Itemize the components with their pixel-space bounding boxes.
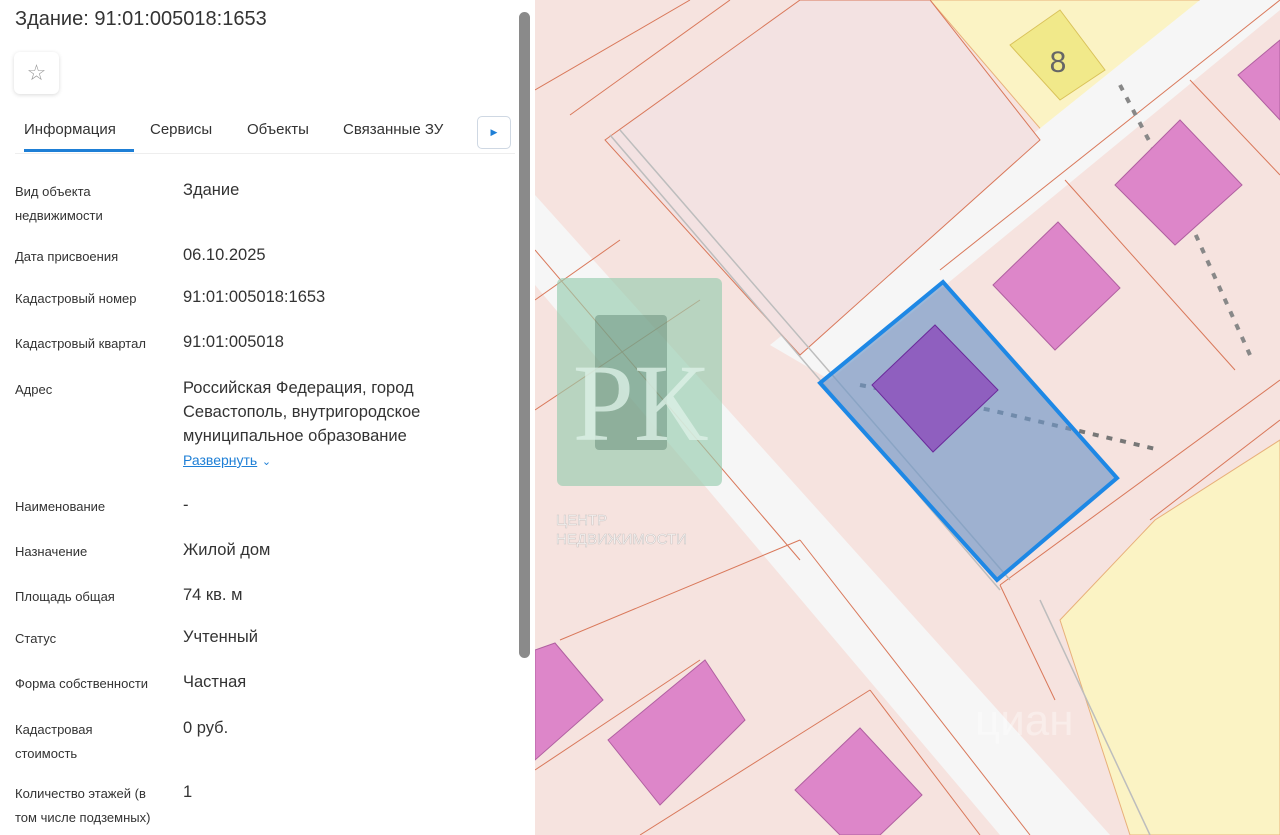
cadastral-map[interactable]: 8 РК ЦЕНТР НЕДВИЖИМОСТИ циан bbox=[535, 0, 1280, 835]
tab-services[interactable]: Сервисы bbox=[150, 121, 212, 138]
field-value: - bbox=[183, 496, 189, 514]
field-value: 74 кв. м bbox=[183, 586, 243, 604]
star-icon: ☆ bbox=[26, 60, 47, 85]
field-label: Форма собственности bbox=[15, 676, 149, 691]
tabs-next-button[interactable]: ▶ bbox=[477, 116, 511, 149]
field-value: 06.10.2025 bbox=[183, 246, 266, 264]
page-title: Здание: 91:01:005018:1653 bbox=[15, 8, 267, 30]
field-label: Кадастровый квартал bbox=[15, 336, 146, 351]
chevron-right-icon: ▶ bbox=[490, 127, 498, 137]
favorite-button[interactable]: ☆ bbox=[14, 52, 59, 94]
field-value: 91:01:005018 bbox=[183, 333, 284, 351]
cian-watermark: циан bbox=[975, 696, 1074, 745]
field-value: Учтенный bbox=[183, 628, 258, 646]
building bbox=[1237, 39, 1280, 121]
info-panel: Здание: 91:01:005018:1653 ☆ Информация С… bbox=[0, 0, 535, 835]
field-label: Кадастровая стоимость bbox=[15, 722, 93, 761]
map-canvas: 8 РК ЦЕНТР НЕДВИЖИМОСТИ циан bbox=[535, 0, 1280, 835]
parcel-number: 8 bbox=[1050, 46, 1067, 79]
field-value: 1 bbox=[183, 783, 193, 801]
watermark-text: ЦЕНТР bbox=[556, 512, 607, 529]
field-value: Частная bbox=[183, 673, 247, 691]
field-label: Статус bbox=[15, 631, 57, 646]
building bbox=[794, 727, 923, 835]
field-value: 91:01:005018:1653 bbox=[183, 288, 326, 306]
address-text: Российская Федерация, город Севастополь,… bbox=[183, 379, 421, 445]
field-value: 0 руб. bbox=[183, 719, 229, 737]
building bbox=[1114, 119, 1243, 246]
field-label: Адрес bbox=[15, 382, 53, 397]
field-value: Жилой дом bbox=[183, 541, 271, 559]
tab-related-land[interactable]: Связанные ЗУ bbox=[343, 121, 443, 138]
chevron-down-icon: ⌄ bbox=[261, 456, 272, 468]
field-label: Наименование bbox=[15, 499, 106, 514]
building bbox=[535, 642, 604, 761]
field-label: Вид объекта недвижимости bbox=[15, 184, 103, 223]
field-label: Количество этажей (в том числе подземных… bbox=[15, 786, 151, 825]
field-value: Российская Федерация, город Севастополь,… bbox=[183, 376, 483, 474]
field-label: Дата присвоения bbox=[15, 249, 119, 264]
watermark-text: НЕДВИЖИМОСТИ bbox=[556, 531, 687, 548]
field-label: Площадь общая bbox=[15, 589, 115, 604]
field-label: Кадастровый номер bbox=[15, 291, 137, 306]
field-label: Назначение bbox=[15, 544, 88, 559]
building bbox=[607, 659, 746, 806]
watermark-logo-text: РК bbox=[573, 342, 708, 464]
tab-objects[interactable]: Объекты bbox=[247, 121, 309, 138]
building bbox=[992, 221, 1121, 351]
field-value: Здание bbox=[183, 181, 240, 199]
expand-link[interactable]: Развернуть bbox=[183, 452, 257, 468]
scrollbar[interactable] bbox=[519, 12, 530, 658]
tab-information[interactable]: Информация bbox=[24, 121, 134, 152]
tab-bar: Информация Сервисы Объекты Связанные ЗУ … bbox=[15, 116, 515, 154]
